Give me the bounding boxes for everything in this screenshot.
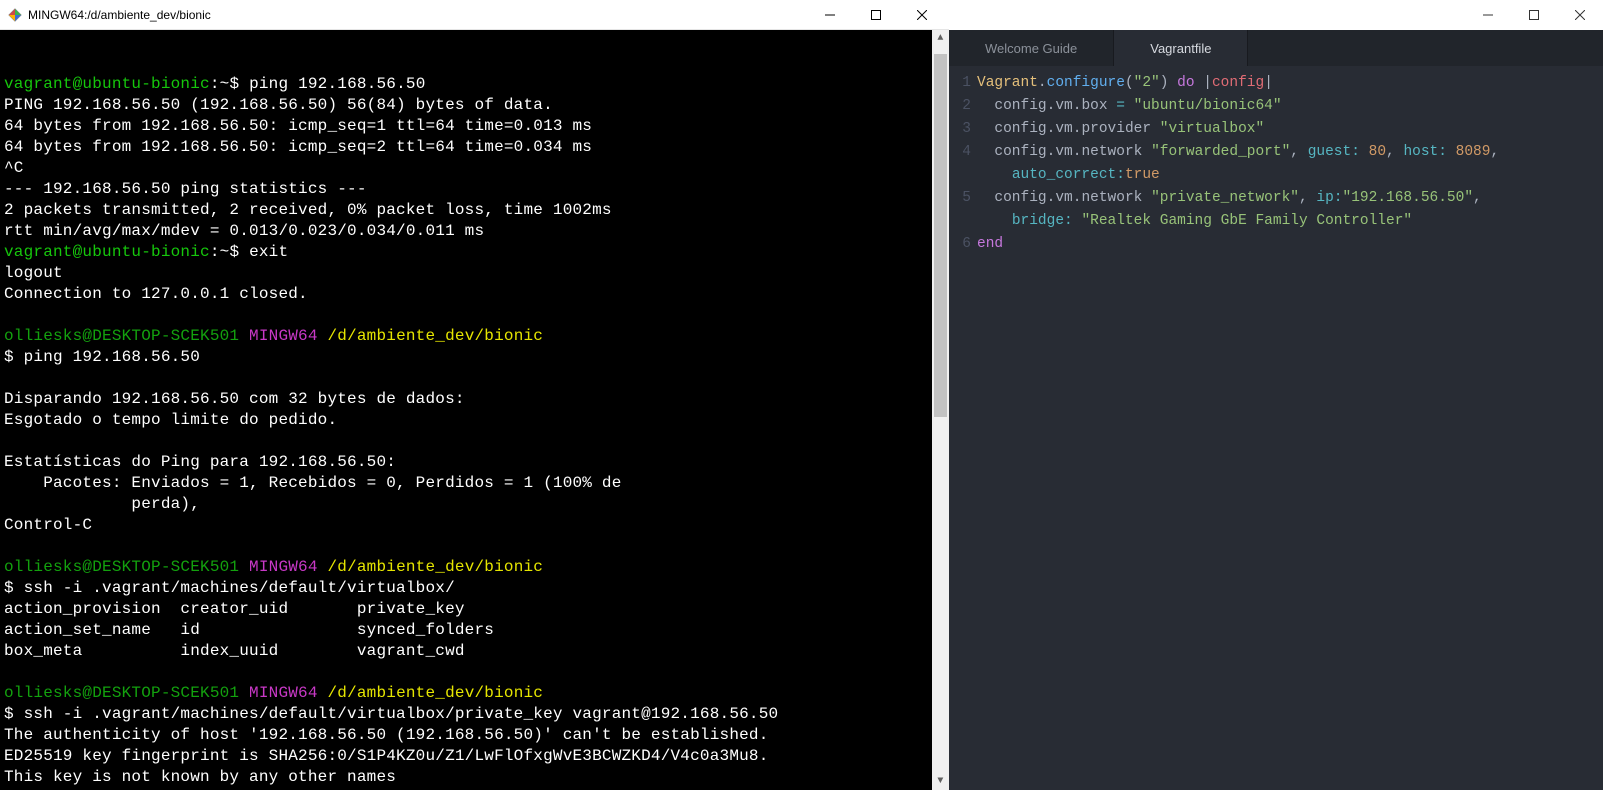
terminal-line: $ ssh -i .vagrant/machines/default/virtu… [4,704,945,725]
terminal-title: MINGW64:/d/ambiente_dev/bionic [28,8,807,22]
terminal-line: perda), [4,494,945,515]
terminal-line: Control-C [4,515,945,536]
terminal-line: vagrant@ubuntu-bionic:~$ exit [4,242,945,263]
close-button[interactable] [899,0,945,30]
editor-close-button[interactable] [1557,0,1603,30]
terminal-line: rtt min/avg/max/mdev = 0.013/0.023/0.034… [4,221,945,242]
terminal-line: Disparando 192.168.56.50 com 32 bytes de… [4,389,945,410]
terminal-line: PING 192.168.56.50 (192.168.56.50) 56(84… [4,95,945,116]
terminal-line: 64 bytes from 192.168.56.50: icmp_seq=2 … [4,137,945,158]
terminal-line [4,662,945,683]
editor-tabs: Welcome GuideVagrantfile [949,30,1603,66]
terminal-line: Connection to 127.0.0.1 closed. [4,284,945,305]
code-line: auto_correct:true [955,164,1603,187]
terminal-line: Esgotado o tempo limite do pedido. [4,410,945,431]
editor-body[interactable]: 1Vagrant.configure("2") do |config|2 con… [949,66,1603,790]
tab-welcome-guide[interactable]: Welcome Guide [949,30,1114,66]
scroll-track[interactable] [932,47,949,773]
terminal-line: action_provision creator_uid private_key [4,599,945,620]
tab-vagrantfile[interactable]: Vagrantfile [1114,30,1248,66]
terminal-line: 64 bytes from 192.168.56.50: icmp_seq=1 … [4,116,945,137]
terminal-line: The authenticity of host '192.168.56.50 … [4,725,945,746]
line-number [955,164,977,187]
terminal-line: olliesks@DESKTOP-SCEK501 MINGW64 /d/ambi… [4,683,945,704]
editor-minimize-button[interactable] [1465,0,1511,30]
line-number: 6 [955,233,977,256]
line-number: 3 [955,118,977,141]
mingw-icon [8,8,22,22]
maximize-button[interactable] [853,0,899,30]
code-line: 3 config.vm.provider "virtualbox" [955,118,1603,141]
scroll-up-icon[interactable]: ▲ [932,30,949,47]
line-number: 4 [955,141,977,164]
terminal-line: ED25519 key fingerprint is SHA256:0/S1P4… [4,746,945,767]
editor-maximize-button[interactable] [1511,0,1557,30]
terminal-line: box_meta index_uuid vagrant_cwd [4,641,945,662]
editor-window-controls [1465,0,1603,30]
code-line: bridge: "Realtek Gaming GbE Family Contr… [955,210,1603,233]
terminal-line: $ ping 192.168.56.50 [4,347,945,368]
code-line: 1Vagrant.configure("2") do |config| [955,72,1603,95]
code-line: 2 config.vm.box = "ubuntu/bionic64" [955,95,1603,118]
editor-window: Welcome GuideVagrantfile 1Vagrant.config… [949,0,1603,790]
terminal-line [4,368,945,389]
terminal-line: Estatísticas do Ping para 192.168.56.50: [4,452,945,473]
window-controls [807,0,945,30]
terminal-line: olliesks@DESKTOP-SCEK501 MINGW64 /d/ambi… [4,326,945,347]
line-number: 5 [955,187,977,210]
terminal-line: ^C [4,158,945,179]
terminal-titlebar[interactable]: MINGW64:/d/ambiente_dev/bionic [0,0,949,30]
terminal-line: logout [4,263,945,284]
editor-titlebar[interactable] [949,0,1603,30]
terminal-line: action_set_name id synced_folders [4,620,945,641]
scroll-thumb[interactable] [934,54,947,417]
terminal-window: MINGW64:/d/ambiente_dev/bionic vagrant@u… [0,0,949,790]
code-line: 5 config.vm.network "private_network", i… [955,187,1603,210]
terminal-line: olliesks@DESKTOP-SCEK501 MINGW64 /d/ambi… [4,557,945,578]
terminal-line: 2 packets transmitted, 2 received, 0% pa… [4,200,945,221]
terminal-line: --- 192.168.56.50 ping statistics --- [4,179,945,200]
terminal-line: Pacotes: Enviados = 1, Recebidos = 0, Pe… [4,473,945,494]
minimize-button[interactable] [807,0,853,30]
terminal-line: vagrant@ubuntu-bionic:~$ ping 192.168.56… [4,74,945,95]
terminal-line [4,536,945,557]
code-line: 4 config.vm.network "forwarded_port", gu… [955,141,1603,164]
terminal-line [4,431,945,452]
terminal-scrollbar[interactable]: ▲ ▼ [932,30,949,790]
line-number [955,210,977,233]
scroll-down-icon[interactable]: ▼ [932,773,949,790]
line-number: 2 [955,95,977,118]
terminal-line: $ ssh -i .vagrant/machines/default/virtu… [4,578,945,599]
terminal-line [4,305,945,326]
code-line: 6end [955,233,1603,256]
terminal-body[interactable]: vagrant@ubuntu-bionic:~$ ping 192.168.56… [0,30,949,790]
terminal-line: This key is not known by any other names [4,767,945,788]
line-number: 1 [955,72,977,95]
